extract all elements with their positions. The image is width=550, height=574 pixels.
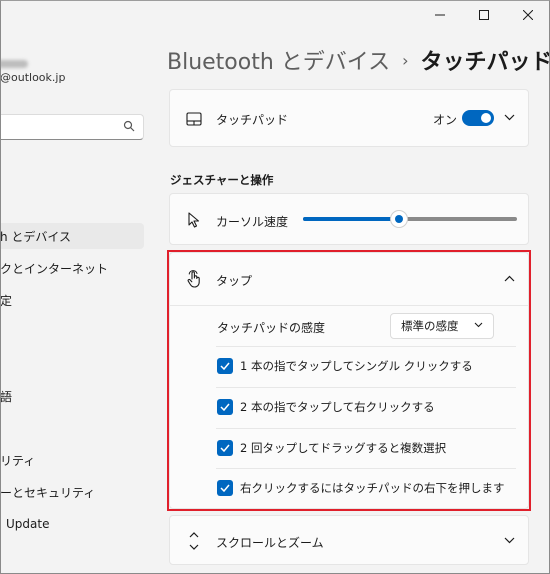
tap-option-row[interactable]: 2 回タップしてドラッグすると複数選択: [170, 428, 528, 468]
close-button[interactable]: [506, 0, 550, 30]
checkmark-icon: [220, 484, 230, 492]
tap-option-row[interactable]: 1 本の指でタップしてシングル クリックする: [170, 346, 528, 386]
breadcrumb: Bluetooth とデバイス › タッチパッド: [167, 44, 550, 76]
chevron-up-icon[interactable]: [504, 275, 515, 282]
minimize-icon: [435, 14, 445, 16]
chevron-down-icon: [474, 322, 483, 328]
checkmark-icon: [220, 444, 230, 452]
scroll-icon: [184, 531, 204, 551]
option-label: 2 本の指でタップして右クリックする: [240, 400, 435, 414]
chevron-down-icon[interactable]: [504, 537, 515, 544]
tap-hand-icon: [184, 269, 204, 289]
checkbox-right-click-corner[interactable]: [217, 480, 233, 496]
tap-header[interactable]: タップ: [170, 253, 528, 305]
close-icon: [523, 10, 533, 20]
sidebar-item-personalization[interactable]: 定: [0, 287, 144, 313]
sidebar-item-label: リティ: [0, 453, 36, 468]
sidebar-item-label: h とデバイス: [0, 229, 72, 244]
option-label: 1 本の指でタップしてシングル クリックする: [240, 359, 473, 373]
cursor-speed-label: カーソル速度: [216, 215, 289, 229]
search-icon[interactable]: [123, 120, 135, 132]
sidebar-item-label: クとインターネット: [0, 261, 109, 276]
window-controls: [418, 0, 550, 30]
checkmark-icon: [220, 362, 230, 370]
scroll-zoom-card[interactable]: スクロールとズーム: [169, 515, 529, 565]
maximize-button[interactable]: [462, 0, 506, 30]
cursor-speed-slider[interactable]: [303, 210, 517, 228]
sidebar-item-windows-update[interactable]: Update: [0, 511, 150, 537]
tap-option-row[interactable]: 右クリックするにはタッチパッドの右下を押します: [170, 468, 528, 508]
sidebar-item-privacy-security[interactable]: ーとセキュリティ: [0, 479, 144, 505]
touchpad-toggle[interactable]: [462, 110, 494, 126]
touchpad-icon: [184, 109, 204, 129]
account-name: [0, 53, 34, 68]
breadcrumb-parent[interactable]: Bluetooth とデバイス: [167, 44, 390, 76]
breadcrumb-separator: ›: [402, 50, 409, 70]
tap-card: タップ タッチパッドの感度 標準の感度 1 本の指でタップしてシングル クリック…: [169, 252, 529, 509]
section-title-gestures: ジェスチャーと操作: [170, 173, 274, 187]
option-label: 右クリックするにはタッチパッドの右下を押します: [240, 481, 505, 495]
sidebar-item-accessibility[interactable]: リティ: [0, 447, 144, 473]
sidebar: @outlook.jp h とデバイス クとインターネット 定 語 リティ ーと…: [0, 0, 150, 574]
sidebar-item-bluetooth-devices[interactable]: h とデバイス: [0, 223, 144, 249]
toggle-state-label: オン: [433, 113, 458, 127]
page-title: タッチパッド: [420, 50, 550, 75]
sidebar-item-label: Update: [6, 517, 50, 531]
search-box[interactable]: [0, 114, 144, 141]
cursor-speed-card: カーソル速度: [169, 193, 529, 245]
maximize-icon: [479, 10, 489, 20]
scroll-zoom-label: スクロールとズーム: [216, 536, 324, 550]
tap-option-row[interactable]: 2 本の指でタップして右クリックする: [170, 387, 528, 427]
touchpad-card[interactable]: タッチパッド オン: [169, 89, 529, 147]
sensitivity-row: タッチパッドの感度 標準の感度: [170, 306, 528, 346]
minimize-button[interactable]: [418, 0, 462, 30]
option-label: 2 回タップしてドラッグすると複数選択: [240, 441, 447, 455]
account-email: @outlook.jp: [0, 71, 66, 84]
sidebar-item-label: 語: [0, 389, 13, 404]
sensitivity-value: 標準の感度: [401, 319, 459, 333]
checkbox-two-finger-tap[interactable]: [217, 399, 233, 415]
tap-label: タップ: [216, 274, 253, 288]
sensitivity-dropdown[interactable]: 標準の感度: [390, 313, 494, 339]
touchpad-label: タッチパッド: [216, 113, 289, 127]
sensitivity-label: タッチパッドの感度: [217, 321, 326, 335]
sidebar-item-label: 定: [0, 293, 13, 308]
chevron-down-icon[interactable]: [504, 114, 515, 121]
checkbox-single-tap[interactable]: [217, 358, 233, 374]
search-input[interactable]: [0, 115, 123, 141]
checkmark-icon: [220, 403, 230, 411]
sidebar-item-label: ーとセキュリティ: [0, 485, 96, 500]
cursor-icon: [184, 210, 204, 230]
checkbox-double-tap-drag[interactable]: [217, 440, 233, 456]
slider-thumb[interactable]: [390, 210, 409, 228]
sidebar-item-network[interactable]: クとインターネット: [0, 255, 144, 281]
sidebar-item-language[interactable]: 語: [0, 383, 144, 409]
